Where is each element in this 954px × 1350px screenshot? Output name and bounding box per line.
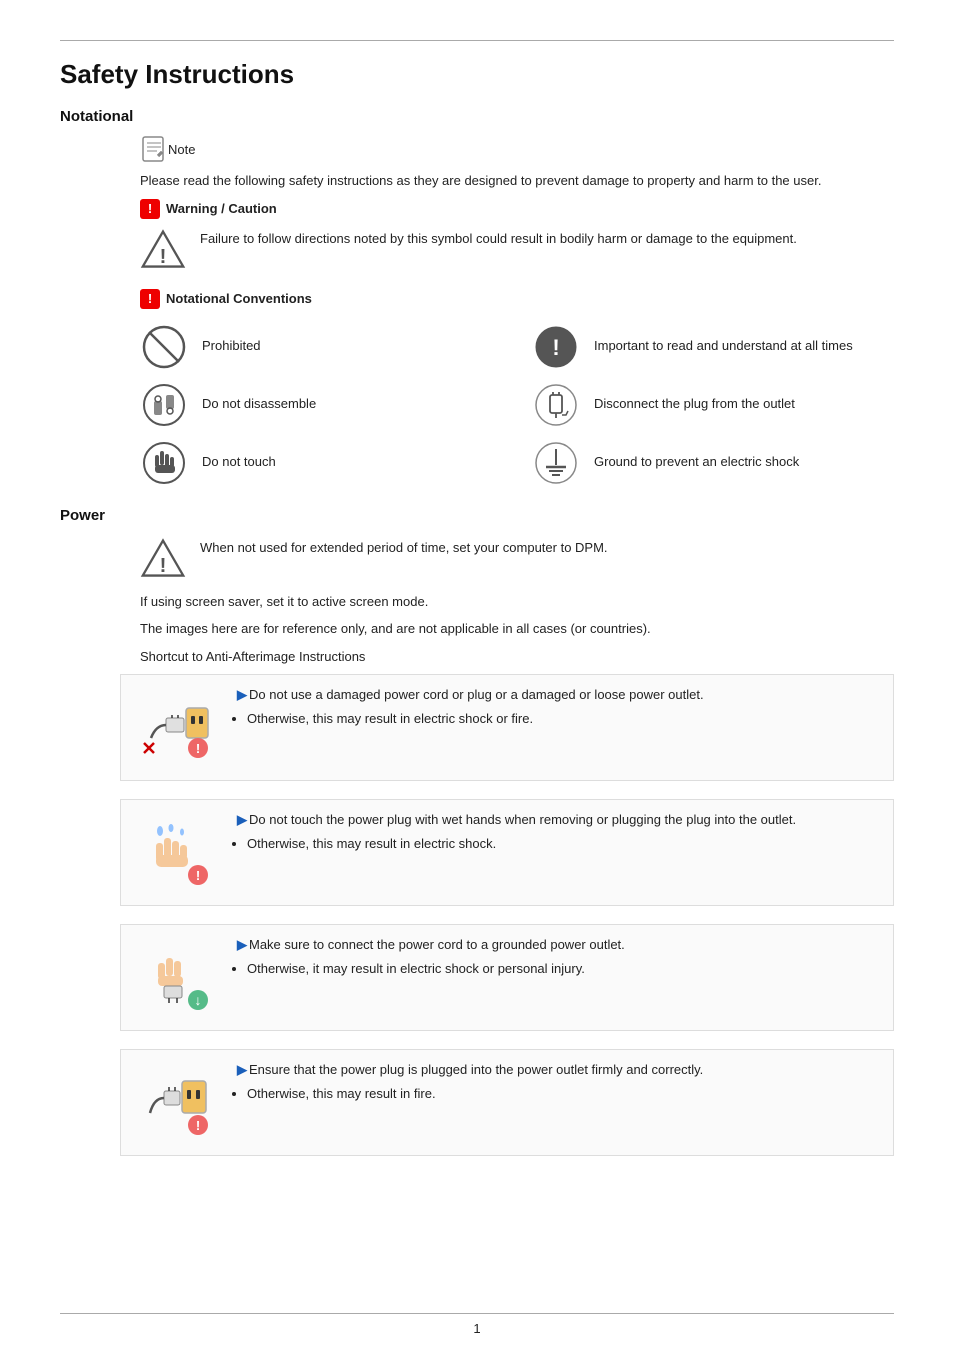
power-item-1-image: ! xyxy=(131,685,221,770)
important-icon: ! xyxy=(532,323,580,371)
svg-text:↓: ↓ xyxy=(195,992,202,1008)
blue-arrow-icon-4: ▶ xyxy=(237,1062,247,1077)
blue-arrow-icon-2: ▶ xyxy=(237,812,247,827)
power-item-2: ! ▶Do not touch the power plug with wet … xyxy=(120,799,894,906)
bottom-border xyxy=(60,1313,894,1314)
svg-text:!: ! xyxy=(160,245,167,267)
note-label: Note xyxy=(168,142,195,157)
disassemble-icon xyxy=(140,381,188,429)
power-triangle-block: ! When not used for extended period of t… xyxy=(140,534,894,582)
convention-important: ! Important to read and understand at al… xyxy=(532,323,894,371)
convention-notouch: Do not touch xyxy=(140,439,502,487)
power-caution-icon: ! xyxy=(140,536,186,582)
caution-block: ! Failure to follow directions noted by … xyxy=(140,225,894,273)
warning-label: Warning / Caution xyxy=(166,201,277,216)
note-icon xyxy=(140,135,168,163)
ground-label: Ground to prevent an electric shock xyxy=(594,453,799,471)
power-item-4-text: ▶Ensure that the power plug is plugged i… xyxy=(237,1060,883,1103)
convention-prohibited: Prohibited xyxy=(140,323,502,371)
disconnect-label: Disconnect the plug from the outlet xyxy=(594,395,795,413)
page: Safety Instructions Notational Note Plea… xyxy=(0,0,954,1350)
power-item-2-text: ▶Do not touch the power plug with wet ha… xyxy=(237,810,883,853)
notouch-icon xyxy=(140,439,188,487)
power-item-4-image: ! xyxy=(131,1060,221,1145)
convention-disassemble: Do not disassemble xyxy=(140,381,502,429)
power-text2: If using screen saver, set it to active … xyxy=(140,592,894,612)
notational-conv-title: Notational Conventions xyxy=(166,291,312,306)
notational-conv-header: ! Notational Conventions xyxy=(140,289,894,309)
power-section-title: Power xyxy=(60,507,894,524)
warning-row: ! Warning / Caution xyxy=(140,199,894,219)
warning-icon: ! xyxy=(140,199,160,219)
page-title: Safety Instructions xyxy=(60,59,894,90)
grounded-icon: ↓ xyxy=(136,938,216,1018)
power-item-4: ! ▶Ensure that the power plug is plugged… xyxy=(120,1049,894,1156)
caution-text: Failure to follow directions noted by th… xyxy=(200,225,797,249)
ground-icon xyxy=(532,439,580,487)
disconnect-icon xyxy=(532,381,580,429)
top-border xyxy=(60,40,894,41)
power-item-3-image: ↓ xyxy=(131,935,221,1020)
power-item-1-text: ▶Do not use a damaged power cord or plug… xyxy=(237,685,883,728)
svg-text:!: ! xyxy=(552,335,559,360)
wet-hands-icon: ! xyxy=(136,813,216,893)
svg-text:!: ! xyxy=(196,741,200,756)
power-item-2-image: ! xyxy=(131,810,221,895)
prohibited-icon xyxy=(140,323,188,371)
prohibited-label: Prohibited xyxy=(202,337,261,355)
svg-text:!: ! xyxy=(196,1118,200,1133)
blue-arrow-icon-3: ▶ xyxy=(237,937,247,952)
power-item-3: ↓ ▶Make sure to connect the power cord t… xyxy=(120,924,894,1031)
notational-conv-icon: ! xyxy=(140,289,160,309)
power-section: Power ! When not used for extended perio… xyxy=(60,507,894,1157)
svg-text:!: ! xyxy=(160,554,167,576)
power-item-1: ! ▶Do not use a damaged power cord or pl… xyxy=(120,674,894,781)
power-cord-icon: ! xyxy=(136,688,216,768)
notouch-label: Do not touch xyxy=(202,453,276,471)
convention-ground: Ground to prevent an electric shock xyxy=(532,439,894,487)
important-label: Important to read and understand at all … xyxy=(594,337,853,355)
note-paragraph: Please read the following safety instruc… xyxy=(140,171,894,191)
power-text1: When not used for extended period of tim… xyxy=(200,538,608,558)
power-item-3-text: ▶Make sure to connect the power cord to … xyxy=(237,935,883,978)
disassemble-label: Do not disassemble xyxy=(202,395,316,413)
power-text4: Shortcut to Anti-Afterimage Instructions xyxy=(140,647,894,667)
svg-text:!: ! xyxy=(196,868,200,883)
convention-disconnect: Disconnect the plug from the outlet xyxy=(532,381,894,429)
firmly-icon: ! xyxy=(136,1063,216,1143)
page-number: 1 xyxy=(0,1321,954,1336)
note-icon-row: Note xyxy=(140,135,894,163)
blue-arrow-icon: ▶ xyxy=(237,687,247,702)
convention-grid: Prohibited ! Important to read and under… xyxy=(140,323,894,487)
caution-triangle-icon: ! xyxy=(140,227,186,273)
notational-section-title: Notational xyxy=(60,108,894,125)
power-text3: The images here are for reference only, … xyxy=(140,619,894,639)
